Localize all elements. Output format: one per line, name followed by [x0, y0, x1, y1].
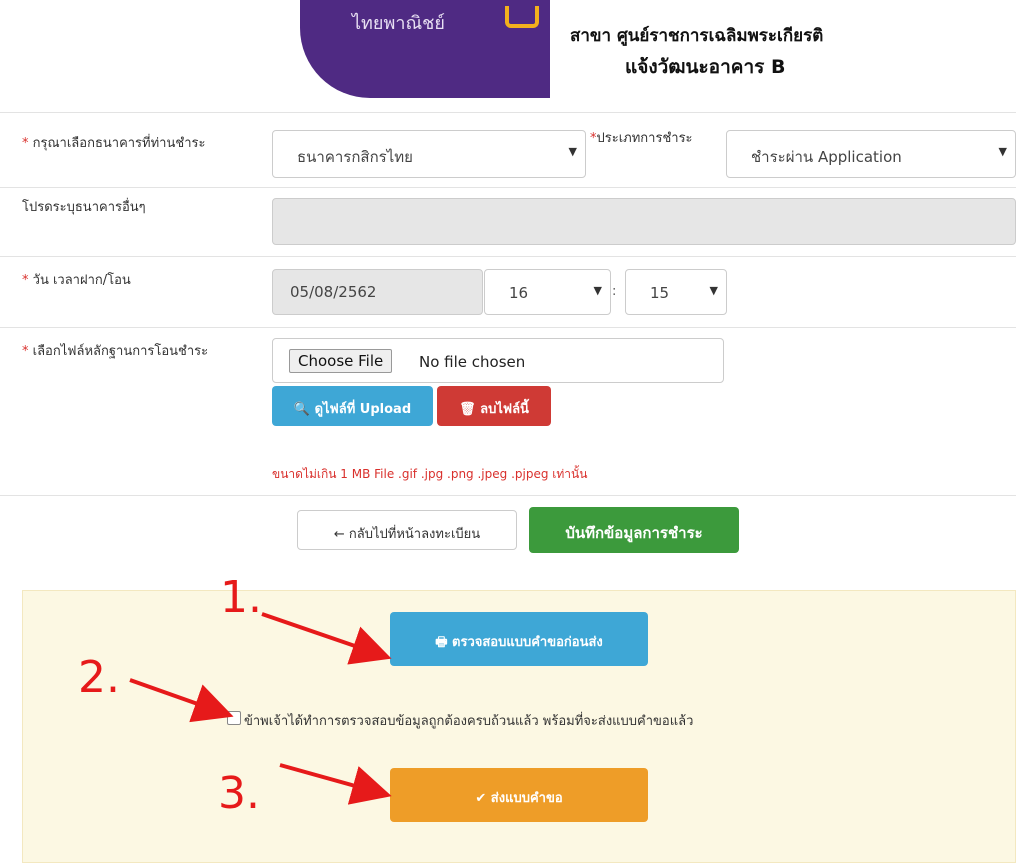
annotation-arrows: [129, 612, 392, 805]
arrow-to-submit-button: [279, 763, 392, 805]
arrow-to-checkbox: [129, 678, 234, 723]
arrow-to-check-button: [261, 612, 392, 665]
